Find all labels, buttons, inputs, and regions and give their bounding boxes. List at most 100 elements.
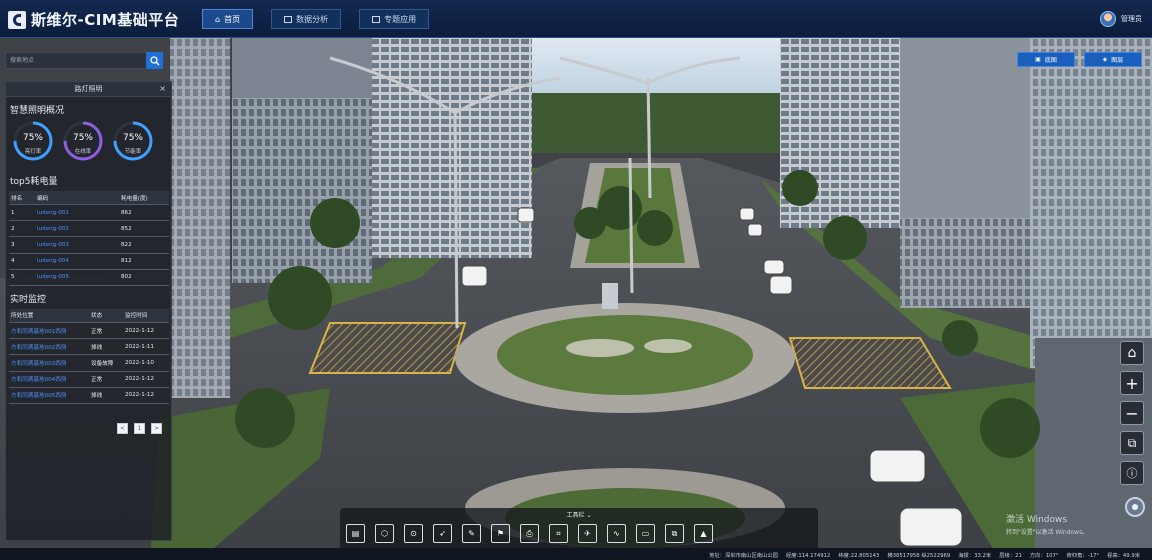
next-page-button[interactable]: > — [151, 423, 162, 434]
nav-topic-apps[interactable]: 专题应用 — [359, 9, 430, 29]
code-link[interactable]: ludeng-005 — [35, 269, 119, 286]
flight-tool[interactable]: ✈ — [578, 524, 597, 543]
bottom-toolbar: 工具栏 ⌄ ▤ ⬡ ⊙ ➶ ✎ ⚑ ⎙ ⌗ ✈ ∿ ▭ ⧉ ▲ — [340, 508, 818, 548]
map-controls: ▣ 底图 ◈ 图层 — [1017, 52, 1142, 67]
rank-cell: 2 — [9, 220, 35, 238]
col-location: 所处位置 — [9, 308, 89, 323]
location-link[interactable]: 方和同满基地002西侧 — [9, 338, 89, 356]
model-tool[interactable]: ⬡ — [375, 524, 394, 543]
plus-icon: + — [1125, 373, 1139, 393]
search-input[interactable] — [6, 53, 144, 68]
help-button[interactable]: ⓘ — [1120, 461, 1144, 485]
measure-tool[interactable]: ⌗ — [549, 524, 568, 543]
bookmark-icon: ▤ — [351, 529, 360, 538]
help-icon: ⓘ — [1126, 467, 1138, 480]
image-icon: ▣ — [1035, 56, 1041, 63]
power-cell: 802 — [119, 269, 169, 286]
flag-icon: ⚑ — [496, 529, 505, 538]
col-time: 监控时间 — [123, 308, 169, 323]
code-link[interactable]: ludeng-001 — [35, 204, 119, 222]
terrain-tool[interactable]: ▲ — [694, 524, 713, 543]
close-icon[interactable]: × — [159, 84, 166, 93]
time-cell: 2022-1-12 — [123, 371, 169, 388]
gauge-online-rate: 75% 在线率 — [62, 120, 104, 162]
navigate-tool[interactable]: ➶ — [433, 524, 452, 543]
status-bar: 地址：深圳市南山区南山公园 经度:114.174912 纬度:22.805143… — [0, 548, 1152, 560]
map-3d-viewport[interactable] — [0, 38, 1152, 560]
table-row[interactable]: 方和同满基地002西侧 掉线 2022-1-11 — [9, 338, 169, 356]
terrain-icon: ▲ — [700, 529, 707, 538]
nav-data-analysis[interactable]: 数据分析 — [271, 9, 342, 29]
time-cell: 2022-1-12 — [123, 387, 169, 404]
zoom-out-button[interactable]: − — [1120, 401, 1144, 425]
status-cell: 正常 — [89, 371, 123, 388]
table-row[interactable]: 1 ludeng-001 862 — [9, 204, 169, 222]
nav-home[interactable]: ⌂ 首页 — [202, 9, 254, 29]
view-tools: ⌂ + − ⧉ ⓘ — [1120, 341, 1144, 485]
code-link[interactable]: ludeng-003 — [35, 236, 119, 254]
location-link[interactable]: 方和同满基地004西侧 — [9, 371, 89, 388]
table-row[interactable]: 2 ludeng-002 852 — [9, 220, 169, 238]
toolbar-title[interactable]: 工具栏 ⌄ — [340, 510, 818, 519]
nav-topic-apps-label: 专题应用 — [384, 14, 417, 24]
compare-icon: ⧉ — [671, 528, 678, 538]
table-header: 所处位置 状态 监控时间 — [9, 308, 169, 323]
chart-icon — [284, 15, 293, 23]
time-cell: 2022-1-10 — [123, 354, 169, 372]
table-row[interactable]: 方和同满基地003西侧 设备故障 2022-1-10 — [9, 354, 169, 372]
table-row[interactable]: 5 ludeng-005 802 — [9, 269, 169, 286]
flag-tool[interactable]: ⚑ — [491, 524, 510, 543]
logo-icon — [8, 10, 26, 29]
table-row[interactable]: 方和同满基地004西侧 正常 2022-1-12 — [9, 371, 169, 388]
power-cell: 822 — [119, 236, 169, 254]
zoom-in-button[interactable]: + — [1120, 371, 1144, 395]
time-cell: 2022-1-12 — [123, 322, 169, 340]
table-row[interactable]: 3 ludeng-003 822 — [9, 236, 169, 254]
location-link[interactable]: 方和同满基地003西侧 — [9, 354, 89, 372]
bookmark-tool[interactable]: ▤ — [346, 524, 365, 543]
time-cell: 2022-1-11 — [123, 338, 169, 356]
view-3d-button[interactable]: ⧉ — [1120, 431, 1144, 455]
gauge-value: 75% — [22, 133, 43, 143]
location-tool[interactable]: ⊙ — [404, 524, 423, 543]
location-link[interactable]: 方和同满基地001西侧 — [9, 322, 89, 340]
avatar — [1100, 11, 1116, 27]
status-cell: 掉线 — [89, 338, 123, 356]
table-row[interactable]: 方和同满基地005西侧 掉线 2022-1-12 — [9, 387, 169, 404]
compass-icon[interactable] — [1125, 497, 1145, 517]
measure-icon: ⌗ — [556, 528, 561, 538]
layers-button[interactable]: ◈ 图层 — [1084, 52, 1142, 67]
status-view-height: 视高：49.9米 — [1107, 553, 1140, 559]
code-link[interactable]: ludeng-004 — [35, 253, 119, 270]
table-row[interactable]: 4 ludeng-004 812 — [9, 253, 169, 270]
basemap-label: 底图 — [1044, 57, 1057, 64]
top-bar: 斯维尔-CIM基础平台 ⌂ 首页 数据分析 专题应用 管理员 — [0, 0, 1152, 38]
path-tool[interactable]: ∿ — [607, 524, 626, 543]
table-header: 排名 编码 耗电量(度) — [9, 191, 169, 205]
code-link[interactable]: ludeng-002 — [35, 220, 119, 238]
home-icon: ⌂ — [1127, 345, 1137, 361]
page-1-button[interactable]: 1 — [134, 423, 145, 434]
prev-page-button[interactable]: < — [117, 423, 128, 434]
window-tool[interactable]: ▭ — [636, 524, 655, 543]
monitor-title: 实时监控 — [10, 294, 47, 305]
monitor-table: 所处位置 状态 监控时间 方和同满基地001西侧 正常 2022-1-12 方和同满… — [9, 308, 169, 404]
activation-watermark: 激活 Windows 转到"设置"以激活 Windows。 — [1006, 512, 1088, 536]
col-status: 状态 — [89, 308, 123, 323]
pushpin-icon: ✎ — [468, 529, 475, 538]
compare-tool[interactable]: ⧉ — [665, 524, 684, 543]
location-link[interactable]: 方和同满基地005西侧 — [9, 387, 89, 404]
basemap-button[interactable]: ▣ 底图 — [1017, 52, 1075, 67]
home-view-button[interactable]: ⌂ — [1120, 341, 1144, 365]
user-menu[interactable]: 管理员 — [1100, 11, 1142, 27]
cube-icon: ⧉ — [1127, 435, 1137, 450]
table-row[interactable]: 方和同满基地001西侧 正常 2022-1-12 — [9, 322, 169, 340]
app-logo[interactable]: 斯维尔-CIM基础平台 — [8, 9, 179, 30]
layers-label: 图层 — [1111, 57, 1124, 64]
app-icon — [372, 15, 381, 23]
pin-tool[interactable]: ✎ — [462, 524, 481, 543]
print-tool[interactable]: ⎙ — [520, 524, 539, 543]
col-power: 耗电量(度) — [119, 191, 169, 205]
search-button[interactable] — [146, 52, 163, 69]
home-icon: ⌂ — [215, 14, 221, 24]
